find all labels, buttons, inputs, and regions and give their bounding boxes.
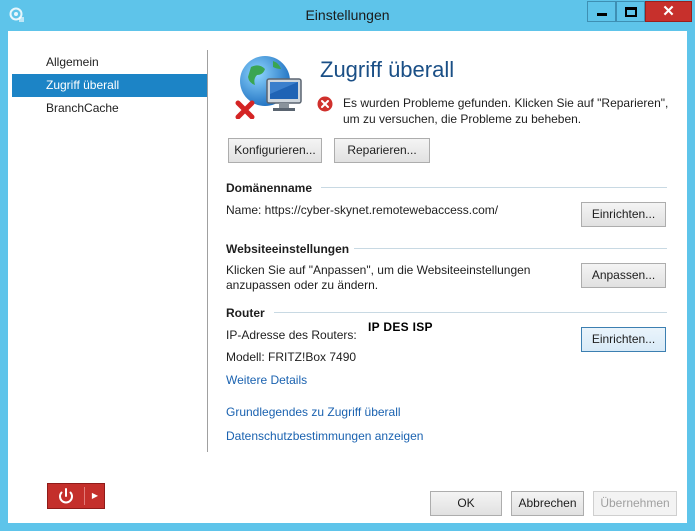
sidebar-item-allgemein[interactable]: Allgemein [12, 51, 208, 74]
website-description-line2: anzupassen oder zu ändern. [226, 278, 379, 292]
domain-divider [321, 187, 667, 188]
settings-window: Einstellungen ✕ Allgemein Zugriff überal… [0, 0, 695, 531]
basics-link[interactable]: Grundlegendes zu Zugriff überall [226, 405, 401, 419]
website-heading: Websiteeinstellungen [226, 242, 350, 256]
apply-button[interactable]: Übernehmen [593, 491, 677, 516]
power-button[interactable]: ▶ [47, 483, 105, 509]
error-circle-icon [317, 96, 333, 112]
close-button[interactable]: ✕ [645, 1, 692, 22]
website-divider [354, 248, 667, 249]
settings-sidebar: Allgemein Zugriff überall BranchCache [12, 51, 208, 120]
maximize-icon [625, 7, 637, 17]
power-icon [59, 488, 73, 504]
ok-button[interactable]: OK [430, 491, 502, 516]
configure-button[interactable]: Konfigurieren... [228, 138, 322, 163]
privacy-link[interactable]: Datenschutzbestimmungen anzeigen [226, 429, 423, 443]
cancel-button[interactable]: Abbrechen [511, 491, 584, 516]
repair-button[interactable]: Reparieren... [334, 138, 430, 163]
triangle-right-icon[interactable]: ▶ [85, 484, 105, 508]
minimize-icon [597, 13, 607, 16]
website-description-line1: Klicken Sie auf "Anpassen", um die Websi… [226, 263, 531, 277]
sidebar-item-zugriff-ueberall[interactable]: Zugriff überall [12, 74, 208, 97]
domain-name-text: Name: https://cyber-skynet.remotewebacce… [226, 203, 499, 217]
error-message: Es wurden Probleme gefunden. Klicken Sie… [343, 96, 669, 126]
website-customize-button[interactable]: Anpassen... [581, 263, 666, 288]
router-divider [274, 312, 667, 313]
router-ip-label: IP-Adresse des Routers: [226, 328, 357, 342]
sidebar-item-branchcache[interactable]: BranchCache [12, 97, 208, 120]
domain-setup-button[interactable]: Einrichten... [581, 202, 666, 227]
router-setup-button[interactable]: Einrichten... [581, 327, 666, 352]
minimize-button[interactable] [587, 1, 616, 22]
maximize-button[interactable] [616, 1, 645, 22]
globe-computer-error-icon [235, 56, 302, 119]
close-icon: ✕ [662, 3, 675, 20]
router-ip-value: IP DES ISP [368, 320, 433, 334]
router-heading: Router [226, 306, 265, 320]
router-details-link[interactable]: Weitere Details [226, 373, 307, 387]
dialog-content: Allgemein Zugriff überall BranchCache Zu… [8, 31, 687, 523]
title-bar[interactable]: Einstellungen ✕ [0, 0, 695, 31]
sidebar-divider [207, 50, 208, 452]
domain-heading: Domänenname [226, 181, 313, 195]
router-model-text: Modell: FRITZ!Box 7490 [226, 350, 357, 364]
page-title: Zugriff überall [320, 57, 455, 82]
